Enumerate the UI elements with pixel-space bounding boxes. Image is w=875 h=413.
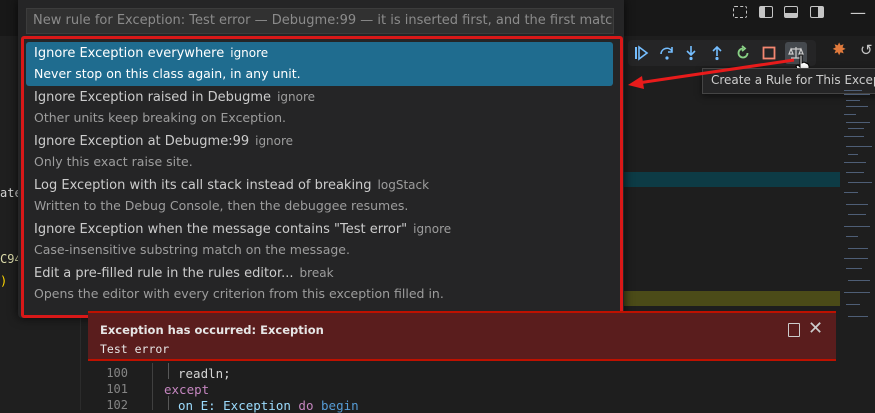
toggle-panel-icon[interactable] — [784, 6, 798, 18]
code-token: on E: Exception — [178, 398, 299, 413]
current-line-highlight — [624, 172, 840, 187]
indent-guide — [168, 396, 169, 410]
gutter-fragment: ) — [0, 274, 8, 288]
minimap[interactable] — [840, 86, 875, 410]
line-number: 100 — [106, 366, 128, 380]
code-line: on E: Exception do begin — [178, 398, 359, 413]
toggle-primary-sidebar-icon[interactable] — [759, 6, 773, 18]
exception-widget: Exception has occurred: Exception Test e… — [88, 311, 836, 361]
copy-icon[interactable] — [788, 323, 800, 337]
indent-guide — [168, 363, 169, 379]
minimize-icon[interactable]: — — [850, 5, 866, 21]
extension-icon[interactable]: ✸ — [832, 40, 846, 60]
exception-message: Test error — [100, 342, 170, 356]
line-number: 101 — [106, 382, 128, 396]
quick-pick-input[interactable]: New rule for Exception: Test error — Deb… — [26, 8, 614, 34]
customize-layout-icon[interactable] — [733, 6, 747, 18]
code-line: except — [164, 382, 210, 397]
annotation-arrow — [628, 58, 795, 89]
exception-line-highlight — [624, 291, 840, 306]
exception-title: Exception has occurred: Exception — [100, 323, 324, 337]
close-icon[interactable]: ✕ — [808, 318, 823, 339]
toggle-secondary-sidebar-icon[interactable] — [810, 6, 824, 18]
code-line: readln; — [178, 366, 231, 381]
annotation-highlight-frame — [21, 36, 623, 318]
code-token: begin — [321, 398, 359, 413]
history-icon[interactable]: ↺ — [860, 41, 873, 59]
indent-guide — [152, 363, 153, 410]
code-token: do — [298, 398, 314, 413]
